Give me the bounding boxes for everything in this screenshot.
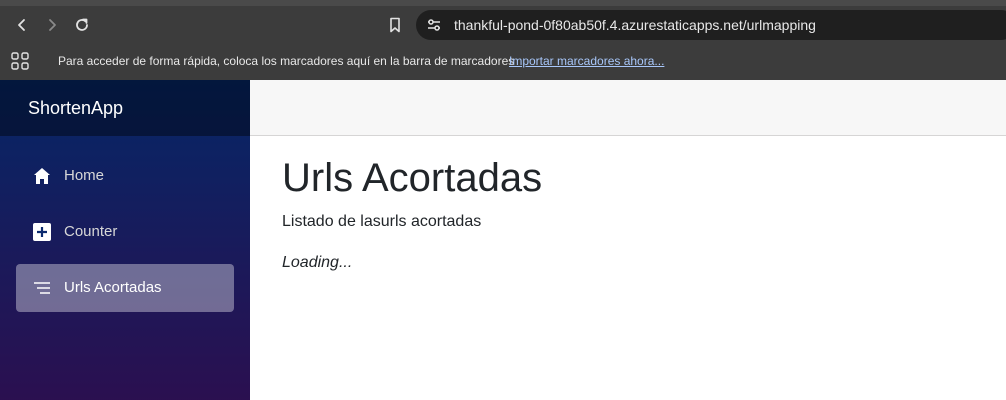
browser-toolbar: thankful-pond-0f80ab50f.4.azurestaticapp… [0,6,1006,44]
nav-item-label: Urls Acortadas [64,279,162,296]
page-subtitle: Listado de lasurls acortadas [282,213,482,230]
main-top-row [250,80,1006,136]
reload-icon [76,18,88,31]
page-title: Urls Acortadas [282,156,543,200]
bookmark-page-button[interactable] [382,12,408,38]
back-button[interactable] [9,12,35,38]
apps-grid-icon[interactable] [11,52,29,70]
loading-text: Loading... [282,254,353,271]
site-info-icon [428,19,440,31]
forward-icon [49,19,56,31]
url-text[interactable]: thankful-pond-0f80ab50f.4.azurestaticapp… [454,17,816,33]
brand-title[interactable]: ShortenApp [28,98,123,119]
site-info-button[interactable] [424,16,444,34]
brand-bar: ShortenApp [0,80,250,136]
nav-item-label: Home [64,167,105,184]
back-icon [18,19,25,31]
sidebar: ShortenApp Home Counter Urls Acortadas [0,80,250,400]
bookmarks-prompt-text: Para acceder de forma rápida, coloca los… [58,54,515,68]
home-icon [34,168,50,184]
reload-button[interactable] [69,12,95,38]
nav-item-counter[interactable]: Counter [16,208,234,256]
nav-item-home[interactable]: Home [16,152,234,200]
address-bar[interactable]: thankful-pond-0f80ab50f.4.azurestaticapp… [416,10,1006,40]
plus-square-icon [33,223,51,241]
list-icon [34,282,50,294]
bookmarks-bar: Para acceder de forma rápida, coloca los… [0,44,1006,80]
nav-item-urls-acortadas[interactable]: Urls Acortadas [16,264,234,312]
forward-button[interactable] [39,12,65,38]
nav-item-label: Counter [64,223,118,240]
bookmark-icon [390,17,400,33]
import-bookmarks-link[interactable]: Importar marcadores ahora... [509,54,664,68]
